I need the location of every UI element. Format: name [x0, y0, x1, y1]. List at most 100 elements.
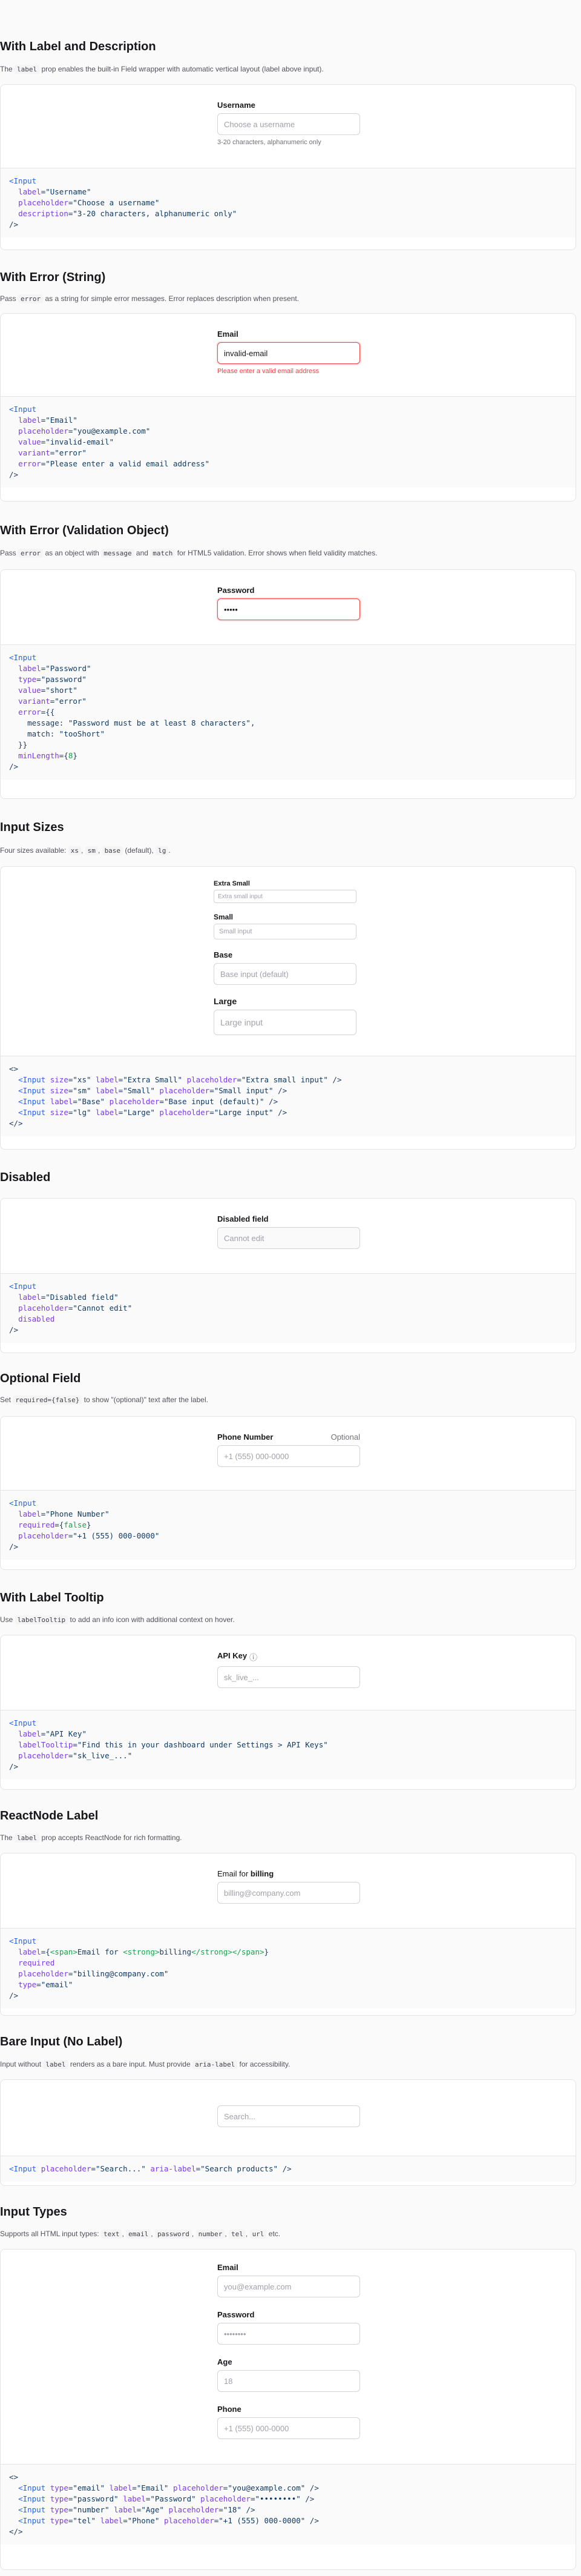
- preview-area: Disabled field: [1, 1199, 576, 1274]
- code-line: required: [18, 1958, 55, 1967]
- example-card: Password <Input label="Password" type="p…: [0, 569, 576, 799]
- section-title: Optional Field: [0, 1372, 81, 1385]
- type-number-input[interactable]: [217, 2370, 360, 2392]
- code-line: <Input: [9, 1936, 37, 1945]
- error-message: Please enter a valid email address: [217, 368, 320, 375]
- username-field: Username 3-20 characters, alphanumeric o…: [217, 101, 360, 146]
- phone-field: Phone Number Optional: [217, 1432, 360, 1467]
- section-description: Use labelTooltip to add an info icon wit…: [0, 1615, 235, 1624]
- code-line: />: [9, 1325, 19, 1334]
- field-label: Phone Number Optional: [217, 1432, 360, 1442]
- code-block: <Input label="Email" placeholder="you@ex…: [1, 397, 576, 488]
- xs-input[interactable]: [214, 890, 356, 903]
- billing-email-input[interactable]: [217, 1882, 360, 1904]
- code-line: label="Phone Number": [18, 1509, 110, 1518]
- example-card: Email Password Age Phone <> <Input type=…: [0, 2249, 576, 2570]
- code-block: <Input label="Disabled field" placeholde…: [1, 1274, 576, 1343]
- field-label: Disabled field: [217, 1214, 269, 1223]
- password-field: Password: [217, 586, 360, 620]
- disabled-field: Disabled field: [217, 1214, 360, 1249]
- code-line: <Input size="lg" label="Large" placehold…: [18, 1108, 287, 1117]
- section-title: With Error (Validation Object): [0, 524, 169, 537]
- code-line: labelTooltip="Find this in your dashboar…: [18, 1740, 328, 1749]
- example-card: Extra Small Small Base Large <> <Input s…: [0, 866, 576, 1150]
- lg-field: Large: [214, 996, 356, 1035]
- type-tel-input[interactable]: [217, 2417, 360, 2439]
- field-label: Email for billing: [217, 1869, 274, 1878]
- code-line: <>: [9, 2472, 19, 2482]
- preview-area: Email for billing: [1, 1853, 576, 1929]
- billing-email-field: Email for billing: [217, 1869, 360, 1904]
- example-card: Phone NumberOptional <Input label="Phone…: [0, 1416, 576, 1570]
- code-line: type="email": [18, 1980, 73, 1989]
- preview-area: [1, 2080, 576, 2156]
- section-description: Pass error as an object with message and…: [0, 549, 378, 558]
- type-number-field: Age: [217, 2357, 360, 2392]
- field-label: Large: [214, 996, 237, 1006]
- code-line: label="API Key": [18, 1729, 87, 1738]
- search-input[interactable]: [217, 2105, 360, 2127]
- code-line: match: "tooShort": [9, 729, 105, 738]
- field-label: Username: [217, 101, 255, 110]
- code-line: <>: [9, 1064, 19, 1073]
- code-line: <Input type="number" label="Age" placeho…: [18, 2505, 255, 2514]
- type-password-input[interactable]: [217, 2323, 360, 2345]
- phone-input[interactable]: [217, 1445, 360, 1467]
- section-title: Input Sizes: [0, 821, 64, 834]
- code-line: <Input type="tel" label="Phone" placehol…: [18, 2516, 319, 2525]
- code-line: description="3-20 characters, alphanumer…: [18, 209, 237, 218]
- code-line: message: "Password must be at least 8 ch…: [9, 718, 255, 727]
- api-key-input[interactable]: [217, 1666, 360, 1688]
- base-input[interactable]: [214, 963, 356, 985]
- code-line: value="invalid-email": [18, 437, 114, 446]
- code-line: <Input: [9, 176, 37, 185]
- code-line: <Input type="password" label="Password" …: [18, 2494, 315, 2503]
- code-line: label="Disabled field": [18, 1293, 119, 1302]
- field-label: Age: [217, 2357, 232, 2366]
- email-input[interactable]: [217, 342, 360, 364]
- section-title: With Label Tooltip: [0, 1591, 104, 1604]
- section-description: Set required={false} to show "(optional)…: [0, 1396, 208, 1405]
- example-card: Email for billing <Input label={<span>Em…: [0, 1853, 576, 2016]
- code-line: label={<span>Email for <strong>billing</…: [18, 1947, 269, 1956]
- section-title: With Label and Description: [0, 40, 156, 53]
- field-label: API Key ⓘ: [217, 1651, 258, 1663]
- section-description: Supports all HTML input types: text, ema…: [0, 2230, 281, 2239]
- example-card: Disabled field <Input label="Disabled fi…: [0, 1198, 576, 1353]
- section-description: Input without label renders as a bare in…: [0, 2060, 290, 2069]
- sm-field: Small: [214, 913, 356, 939]
- code-line: type="password": [18, 675, 87, 684]
- section-title: Bare Input (No Label): [0, 2035, 123, 2048]
- preview-area: Phone Number Optional: [1, 1417, 576, 1491]
- type-email-input[interactable]: [217, 2276, 360, 2297]
- code-block: <> <Input type="email" label="Email" pla…: [1, 2465, 576, 2545]
- search-field: [217, 2105, 360, 2127]
- code-line: placeholder="sk_live_...": [18, 1751, 133, 1760]
- email-field: Email Please enter a valid email address: [217, 329, 360, 375]
- password-input[interactable]: [217, 598, 360, 620]
- code-line: <Input label="Base" placeholder="Base in…: [18, 1097, 278, 1106]
- example-card: Email Please enter a valid email address…: [0, 313, 576, 502]
- field-label: Small: [214, 913, 234, 921]
- type-tel-field: Phone: [217, 2405, 360, 2439]
- example-card: API Keyⓘ <Input label="API Key" labelToo…: [0, 1635, 576, 1790]
- code-line: />: [9, 470, 19, 479]
- sm-input[interactable]: [214, 924, 356, 939]
- section-title: Disabled: [0, 1171, 51, 1184]
- field-label: Password: [217, 586, 255, 595]
- api-key-field: API Key ⓘ: [217, 1651, 360, 1688]
- code-line: </>: [9, 2527, 23, 2536]
- disabled-input: [217, 1227, 360, 1249]
- field-label: Email: [217, 2263, 238, 2272]
- code-line: <Input size="sm" label="Small" placehold…: [18, 1086, 287, 1095]
- info-icon[interactable]: ⓘ: [249, 1651, 257, 1663]
- code-line: <Input size="xs" label="Extra Small" pla…: [18, 1075, 342, 1084]
- code-line: minLength={8}: [18, 751, 77, 760]
- username-input[interactable]: [217, 113, 360, 135]
- lg-input[interactable]: [214, 1010, 356, 1035]
- section-title: ReactNode Label: [0, 1809, 99, 1823]
- code-line: placeholder="billing@company.com": [18, 1969, 169, 1978]
- code-line: <Input: [9, 1498, 37, 1508]
- code-line: placeholder="Cannot edit": [18, 1303, 133, 1313]
- code-block: <Input label={<span>Email for <strong>bi…: [1, 1929, 576, 2008]
